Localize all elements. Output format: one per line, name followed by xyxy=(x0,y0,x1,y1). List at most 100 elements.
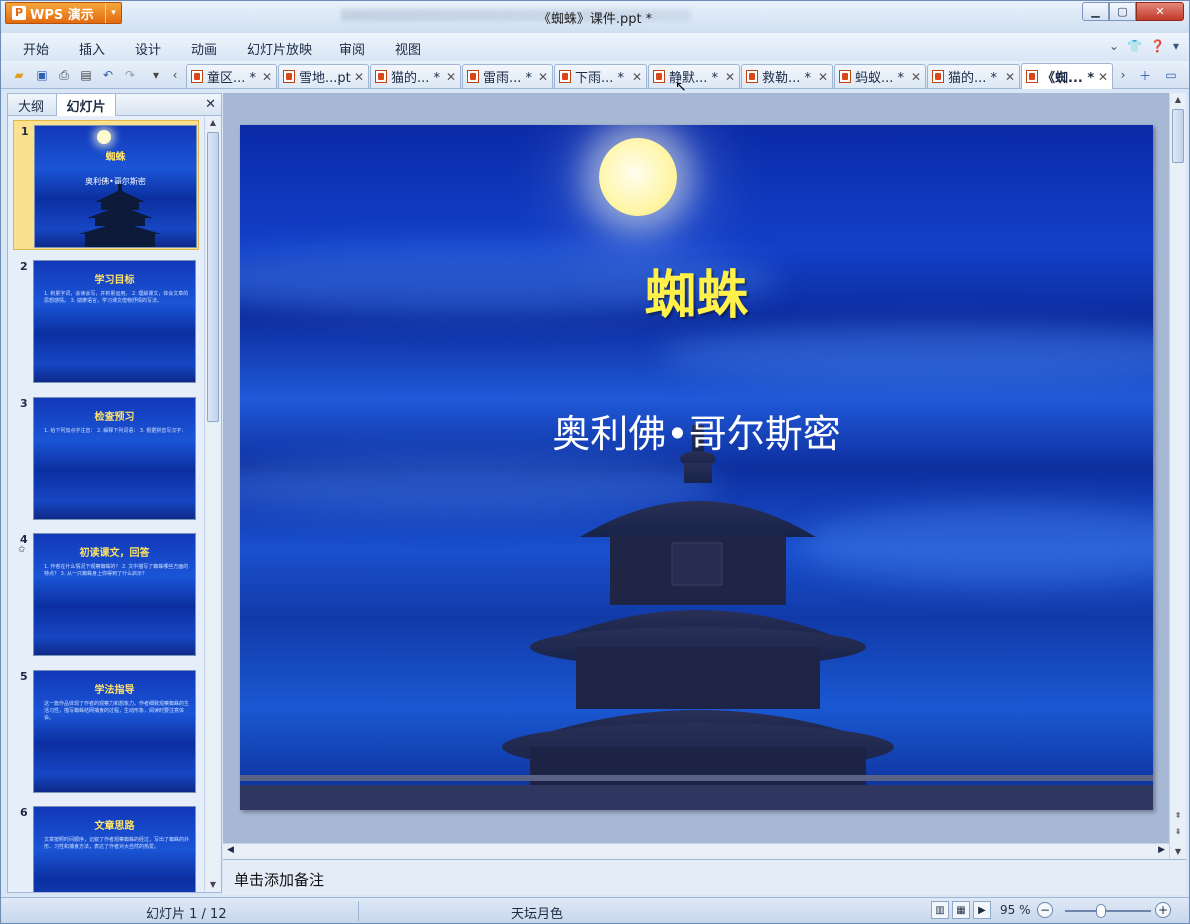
slide-horizontal-scrollbar[interactable]: ◀ ▶ xyxy=(223,843,1169,859)
close-tab-icon[interactable]: ✕ xyxy=(536,70,550,84)
new-tab-plus-icon[interactable]: ＋ xyxy=(1137,67,1153,83)
close-tab-icon[interactable]: ✕ xyxy=(260,70,274,84)
slide-thumbnail[interactable]: 5 学法指导 这一篇作品体现了作者的观察力和想象力。作者细致观察蜘蛛的生活习性，… xyxy=(13,666,199,796)
prev-slide-icon[interactable]: ⇞ xyxy=(1170,809,1186,823)
doc-tab-label: 救勒... * xyxy=(762,71,812,86)
tabs-scroll-right-icon[interactable]: › xyxy=(1115,67,1131,83)
close-pane-icon[interactable]: ✕ xyxy=(205,97,216,112)
scrollbar-thumb[interactable] xyxy=(207,132,219,422)
close-tab-icon[interactable]: ✕ xyxy=(352,70,366,84)
slide-thumbnail[interactable]: 6 文章思路 文章按照时间顺序，记叙了作者观察蜘蛛的经过，写出了蜘蛛的外形、习性… xyxy=(13,802,199,892)
minimize-button[interactable]: ▁ xyxy=(1082,2,1109,21)
slide-number: 2 xyxy=(20,260,28,273)
zoom-out-icon[interactable]: − xyxy=(1037,902,1053,918)
next-slide-icon[interactable]: ⇟ xyxy=(1170,825,1186,839)
chevron-down-icon[interactable]: ▾ xyxy=(1173,39,1179,53)
slide-vertical-scrollbar[interactable]: ▲ ⇞ ⇟ ▼ xyxy=(1169,93,1186,859)
tab-outline[interactable]: 大纲 xyxy=(8,94,54,116)
save-icon[interactable]: ▣ xyxy=(34,67,50,83)
thumb-body: 这一篇作品体现了作者的观察力和想象力。作者细致观察蜘蛛的生活习性，描写蜘蛛结网捕… xyxy=(44,701,190,721)
close-tab-icon[interactable]: ✕ xyxy=(1003,70,1017,84)
doc-tab[interactable]: 静默... * ✕ xyxy=(648,64,740,88)
doc-tab[interactable]: 下雨... * ✕ xyxy=(554,64,647,88)
scroll-down-icon[interactable]: ▼ xyxy=(1170,845,1186,859)
ppt-file-icon xyxy=(1026,70,1038,83)
zoom-in-icon[interactable]: + xyxy=(1155,902,1171,918)
help-icon[interactable]: ❓ xyxy=(1150,39,1165,53)
scroll-up-icon[interactable]: ▲ xyxy=(1170,93,1186,107)
slide-number: 3 xyxy=(20,397,28,410)
menu-review[interactable]: 审阅 xyxy=(339,39,365,58)
theme-name: 天坛月色 xyxy=(511,907,564,922)
doc-tab[interactable]: 童区... * ✕ xyxy=(186,64,277,88)
scroll-up-icon[interactable]: ▲ xyxy=(205,116,221,130)
doc-tab[interactable]: 雷雨... * ✕ xyxy=(462,64,553,88)
slide-thumbnail-list: 1 蜘蛛 奥利佛•哥尔斯密 2 学习目标 1. 积累字词，会读会写，并积累运用。… xyxy=(8,116,204,892)
doc-tab[interactable]: 猫的... * ✕ xyxy=(370,64,461,88)
doc-tab[interactable]: 猫的... * ✕ xyxy=(927,64,1020,88)
slide-thumbnail[interactable]: 3 检查预习 1. 给下列加点字注音： 2. 解释下列词语： 3. 根据拼音写汉… xyxy=(13,393,199,523)
doc-tab[interactable]: 蚂蚁... * ✕ xyxy=(834,64,926,88)
slide-canvas[interactable]: 蜘蛛 奥利佛•哥尔斯密 xyxy=(240,125,1153,810)
customize-toolbar-icon[interactable]: ▾ xyxy=(148,67,164,83)
tab-list-icon[interactable]: ▭ xyxy=(1163,67,1179,83)
doc-tab[interactable]: 救勒... * ✕ xyxy=(741,64,833,88)
close-tab-icon[interactable]: ✕ xyxy=(1096,70,1110,84)
redo-icon[interactable]: ↷ xyxy=(122,67,138,83)
doc-tab-active[interactable]: 《蜘... * ✕ xyxy=(1021,63,1113,89)
tab-slides[interactable]: 幻灯片 xyxy=(56,94,116,116)
zoom-slider-track[interactable] xyxy=(1065,910,1151,912)
close-tab-icon[interactable]: ✕ xyxy=(444,70,458,84)
slide-thumbnail-image: 初读课文，回答 1. 作者在什么情况下观察蜘蛛的？ 2. 文中描写了蜘蛛哪些方面… xyxy=(33,533,196,656)
skin-shirt-icon[interactable]: 👕 xyxy=(1127,39,1142,53)
close-tab-icon[interactable]: ✕ xyxy=(630,70,644,84)
scrollbar-thumb[interactable] xyxy=(1172,109,1184,163)
notes-placeholder[interactable]: 单击添加备注 xyxy=(234,869,324,890)
maximize-button[interactable]: ▢ xyxy=(1109,2,1136,21)
menu-slideshow[interactable]: 幻灯片放映 xyxy=(247,39,312,58)
thumb-body: 1. 给下列加点字注音： 2. 解释下列词语： 3. 根据拼音写汉字： xyxy=(44,428,187,434)
slide-thumbnail[interactable]: 4 ✩ 初读课文，回答 1. 作者在什么情况下观察蜘蛛的？ 2. 文中描写了蜘蛛… xyxy=(13,529,199,659)
close-tab-icon[interactable]: ✕ xyxy=(909,70,923,84)
print-icon[interactable]: ⎙ xyxy=(56,67,72,83)
moon-graphic xyxy=(97,130,111,144)
close-tab-icon[interactable]: ✕ xyxy=(723,70,737,84)
doc-tab-label: 猫的... * xyxy=(391,71,441,86)
thumbnail-scrollbar[interactable]: ▲ ▼ xyxy=(204,116,220,892)
zoom-slider-knob[interactable] xyxy=(1096,904,1106,918)
slide-sorter-icon[interactable]: ▦ xyxy=(952,901,970,919)
ppt-file-icon xyxy=(191,70,203,83)
ppt-file-icon xyxy=(283,70,295,83)
slide-title[interactable]: 蜘蛛 xyxy=(240,253,1153,328)
doc-tab-label: 下雨... * xyxy=(575,71,625,86)
tabs-scroll-left-icon[interactable]: ‹ xyxy=(167,67,183,83)
undo-icon[interactable]: ↶ xyxy=(100,67,116,83)
menu-insert[interactable]: 插入 xyxy=(79,39,105,58)
notes-pane[interactable]: 单击添加备注 xyxy=(223,859,1186,895)
menu-home[interactable]: 开始 xyxy=(23,39,49,58)
slide-number: 5 xyxy=(20,670,28,683)
doc-tab-label: 《蜘... * xyxy=(1042,71,1095,86)
slide-subtitle[interactable]: 奥利佛•哥尔斯密 xyxy=(240,403,1153,458)
open-folder-icon[interactable]: ▰ xyxy=(11,67,27,83)
ppt-file-icon xyxy=(932,70,944,83)
scroll-left-icon[interactable]: ◀ xyxy=(227,845,234,855)
menu-animation[interactable]: 动画 xyxy=(191,39,217,58)
slide-thumbnail-image: 学法指导 这一篇作品体现了作者的观察力和想象力。作者细致观察蜘蛛的生活习性，描写… xyxy=(33,670,196,793)
close-button[interactable]: ✕ xyxy=(1136,2,1184,21)
status-bar: 幻灯片 1 / 12 天坛月色 ▥ ▦ ▶ 95 % − + xyxy=(1,897,1189,923)
slideshow-view-icon[interactable]: ▶ xyxy=(973,901,991,919)
close-tab-icon[interactable]: ✕ xyxy=(816,70,830,84)
print-preview-icon[interactable]: ▤ xyxy=(78,67,94,83)
doc-tab[interactable]: 雪地...pt ✕ xyxy=(278,64,369,88)
scroll-down-icon[interactable]: ▼ xyxy=(205,878,221,892)
normal-view-icon[interactable]: ▥ xyxy=(931,901,949,919)
menu-view[interactable]: 视图 xyxy=(395,39,421,58)
slide-thumbnail[interactable]: 1 蜘蛛 奥利佛•哥尔斯密 xyxy=(13,120,199,250)
collapse-ribbon-icon[interactable]: ⌄ xyxy=(1109,39,1119,53)
window-title: 《蜘蛛》课件.ppt * xyxy=(537,12,653,27)
menu-design[interactable]: 设计 xyxy=(135,39,161,58)
scroll-right-icon[interactable]: ▶ xyxy=(1158,845,1165,855)
slide-thumbnail[interactable]: 2 学习目标 1. 积累字词，会读会写，并积累运用。 2. 理解课文，体会文章的… xyxy=(13,256,199,386)
doc-tab-label: 雷雨... * xyxy=(483,71,533,86)
